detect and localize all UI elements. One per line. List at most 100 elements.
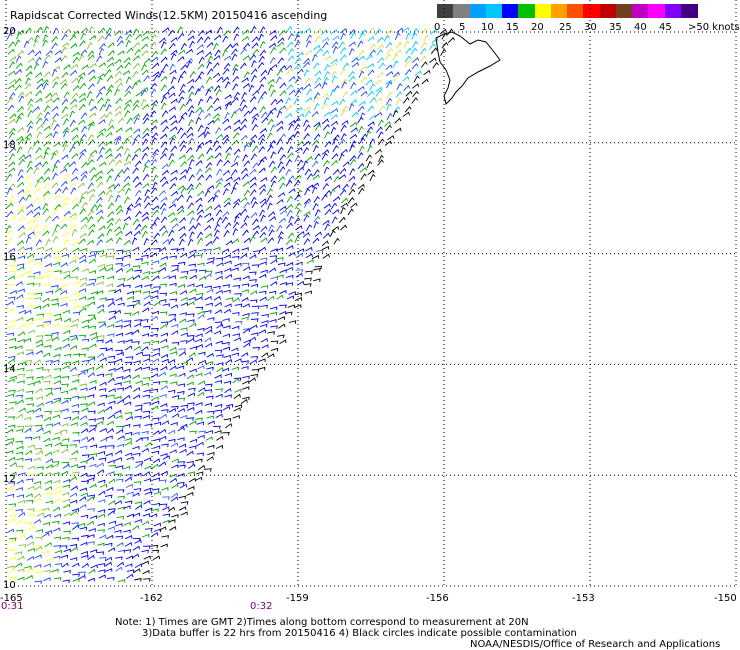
wind-barb	[168, 106, 176, 112]
wind-barb	[143, 294, 152, 300]
wind-barb	[234, 358, 242, 363]
wind-barb	[143, 117, 150, 125]
wind-barb	[115, 319, 123, 324]
wind-barb	[141, 69, 149, 76]
wind-barb	[369, 43, 377, 51]
wind-barb	[134, 322, 142, 328]
wind-barb	[331, 216, 338, 224]
wind-barb	[259, 257, 268, 262]
wind-barb	[293, 63, 301, 70]
wind-barb	[88, 258, 96, 264]
wind-barb	[152, 209, 159, 216]
wind-barb	[430, 47, 438, 54]
wind-barb	[53, 536, 62, 541]
wind-barb	[72, 30, 80, 37]
wind-barb	[33, 205, 41, 212]
wind-barb	[88, 316, 97, 322]
wind-barb	[195, 372, 203, 377]
wind-barb	[185, 146, 193, 154]
wind-barb	[288, 188, 296, 194]
wind-barb	[160, 141, 168, 148]
wind-barb	[204, 131, 211, 139]
wind-barb	[206, 154, 214, 161]
wind-barb	[123, 254, 131, 259]
wind-barb	[323, 96, 330, 105]
wind-barb	[241, 35, 250, 42]
wind-barb	[260, 201, 268, 208]
wind-barb	[285, 168, 292, 176]
wind-barb	[233, 126, 241, 132]
wind-barb	[7, 275, 15, 280]
wind-barb	[331, 41, 339, 48]
wind-barb	[42, 224, 49, 232]
wind-barb	[14, 39, 21, 47]
wind-barb	[194, 222, 201, 230]
wind-barb	[185, 98, 193, 106]
wind-barb	[24, 226, 32, 232]
wind-barb	[242, 380, 250, 385]
wind-barb	[124, 441, 132, 446]
lat-label-18: 18	[3, 140, 16, 151]
wind-barb	[207, 55, 214, 63]
wind-barb	[223, 418, 232, 422]
wind-barb	[24, 175, 31, 183]
wind-barb	[142, 307, 150, 313]
wind-barb	[185, 48, 194, 55]
wind-barb	[214, 106, 222, 112]
wind-barb	[142, 103, 150, 110]
wind-barb	[405, 90, 413, 97]
wind-barb	[88, 427, 96, 433]
wind-barb	[375, 97, 383, 103]
wind-barb	[312, 144, 319, 153]
wind-barb	[124, 401, 132, 406]
wind-barb	[161, 420, 170, 425]
wind-barb	[197, 63, 205, 70]
wind-barb	[123, 320, 132, 324]
wind-barb	[189, 249, 197, 254]
wind-barb	[122, 70, 131, 76]
wind-barb	[378, 138, 385, 146]
wind-barb	[117, 50, 125, 56]
wind-barb	[207, 444, 215, 449]
wind-barb	[88, 278, 97, 283]
wind-barb	[62, 201, 69, 209]
wind-barb	[34, 50, 42, 57]
wind-barb	[286, 245, 294, 250]
wind-barb	[243, 144, 250, 152]
wind-barb	[144, 507, 152, 512]
wind-barb	[150, 41, 157, 49]
wind-barb	[34, 545, 43, 551]
wind-barb	[186, 450, 194, 456]
wind-barb	[167, 389, 176, 394]
wind-barb	[161, 110, 169, 118]
wind-barb	[286, 152, 294, 159]
lat-label-10: 10	[3, 580, 16, 591]
wind-barb	[53, 255, 62, 260]
wind-barb	[180, 132, 187, 139]
wind-barb	[53, 159, 61, 167]
wind-barb	[429, 43, 436, 50]
wind-barb	[7, 565, 15, 570]
wind-barb	[224, 222, 232, 229]
wind-barb	[338, 173, 347, 180]
wind-barb	[305, 40, 312, 48]
wind-barb	[51, 215, 59, 222]
wind-barb	[367, 145, 373, 153]
wind-barb	[259, 49, 267, 57]
wind-barb	[8, 70, 16, 76]
wind-barb	[23, 270, 32, 275]
wind-barb	[53, 479, 61, 484]
wind-barb	[276, 294, 284, 300]
wind-barb	[35, 154, 43, 160]
wind-barb	[359, 167, 368, 173]
wind-barb	[17, 168, 24, 177]
wind-barb	[185, 357, 194, 363]
wind-barb	[412, 83, 420, 89]
lon-label-153: -153	[572, 593, 595, 604]
wind-barb	[95, 364, 104, 370]
wind-barb	[7, 237, 14, 246]
wind-barb	[311, 53, 318, 62]
wind-barb	[197, 132, 206, 138]
wind-barb	[125, 345, 133, 351]
wind-barb	[51, 302, 60, 307]
